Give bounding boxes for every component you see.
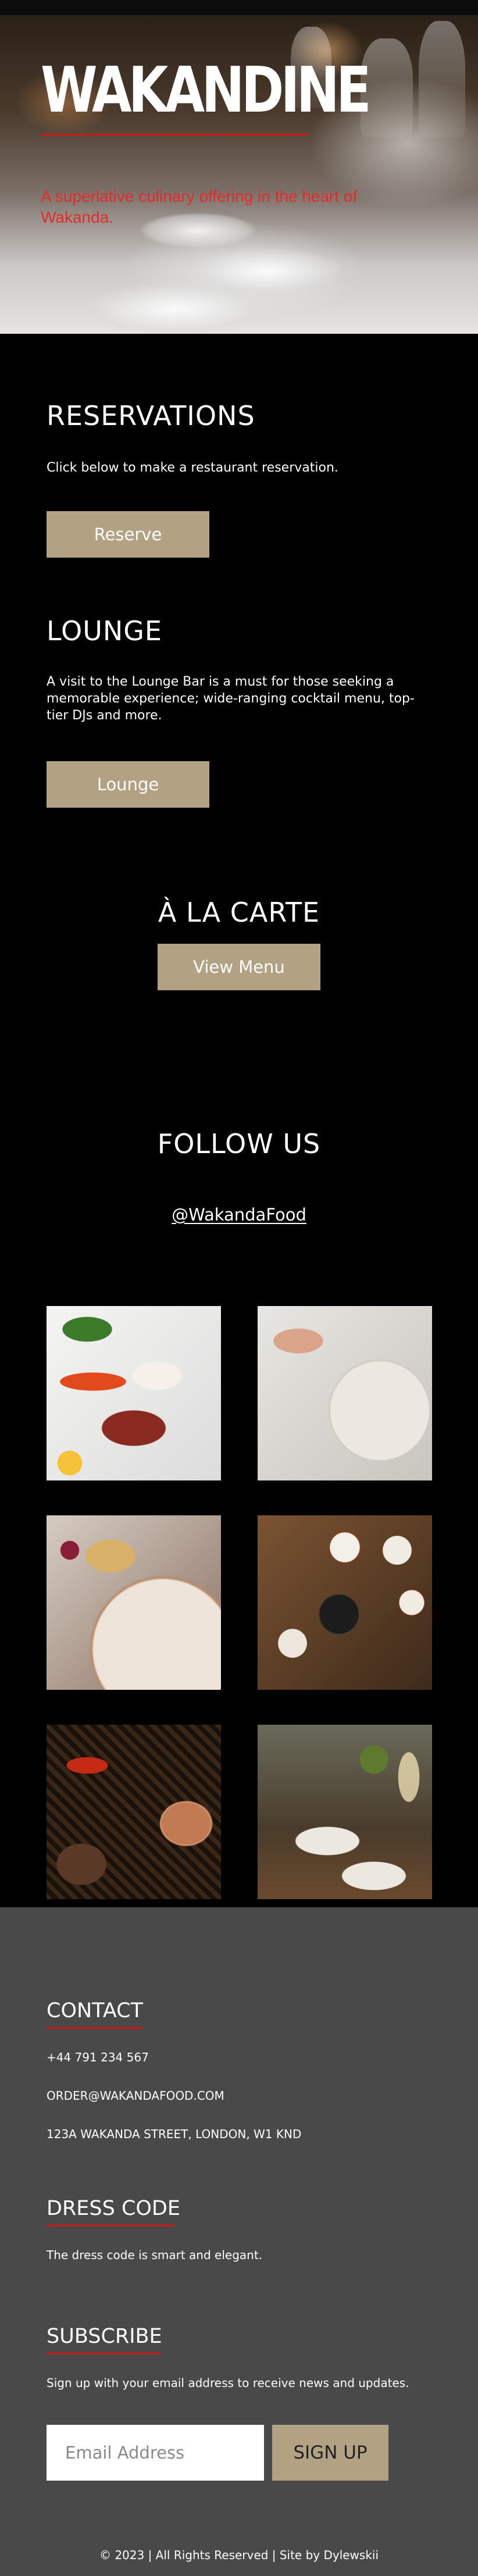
carte-heading: À LA CARTE — [158, 897, 320, 928]
reserve-button[interactable]: Reserve — [47, 511, 209, 558]
plate-shape — [81, 283, 267, 334]
wine-glass-shape — [419, 21, 465, 137]
lounge-text: A visit to the Lounge Bar is a must for … — [47, 675, 415, 723]
social-handle-link[interactable]: @WakandaFood — [172, 1205, 306, 1225]
gallery-image-plated-dish[interactable] — [258, 1306, 432, 1480]
dress-code-text: The dress code is smart and elegant. — [47, 2248, 263, 2262]
gallery-image-steak[interactable] — [47, 1306, 221, 1480]
site-logo-title: WAKANDINE — [41, 54, 372, 127]
dress-code-underline — [47, 2225, 174, 2227]
top-bar — [0, 0, 478, 15]
contact-email: ORDER@WAKANDAFOOD.COM — [47, 2089, 224, 2103]
subscribe-underline — [47, 2353, 160, 2354]
gallery-image-table-setting[interactable] — [258, 1725, 432, 1899]
hero-underline — [41, 134, 308, 135]
hero-banner: WAKANDINE A superlative culinary offerin… — [0, 15, 478, 334]
subscribe-text: Sign up with your email address to recei… — [47, 2376, 409, 2390]
sign-up-button[interactable]: SIGN UP — [272, 2425, 388, 2481]
reservations-text: Click below to make a restaurant reserva… — [47, 461, 338, 475]
dress-code-heading: DRESS CODE — [47, 2197, 180, 2220]
contact-phone: +44 791 234 567 — [47, 2050, 149, 2064]
gallery-image-salad[interactable] — [47, 1515, 221, 1690]
lounge-heading: LOUNGE — [47, 615, 162, 647]
social-handle: @WakandaFood — [0, 1205, 478, 1225]
email-input[interactable] — [47, 2425, 264, 2481]
hero-tagline: A superlative culinary offering in the h… — [41, 187, 358, 226]
view-menu-button[interactable]: View Menu — [158, 944, 320, 990]
contact-heading: CONTACT — [47, 1999, 143, 2022]
wine-glass-shape — [361, 38, 413, 137]
lounge-button[interactable]: Lounge — [47, 761, 209, 808]
copyright-text: © 2023 | All Rights Reserved | Site by D… — [99, 2548, 379, 2562]
subscribe-heading: SUBSCRIBE — [47, 2325, 162, 2348]
reservations-heading: RESERVATIONS — [47, 400, 255, 431]
contact-underline — [47, 2027, 143, 2029]
gallery-image-grilled-meat[interactable] — [47, 1725, 221, 1899]
contact-address: 123A WAKANDA STREET, LONDON, W1 KND — [47, 2127, 302, 2141]
follow-heading: FOLLOW US — [157, 1128, 321, 1159]
gallery-image-bibimbap[interactable] — [258, 1515, 432, 1690]
